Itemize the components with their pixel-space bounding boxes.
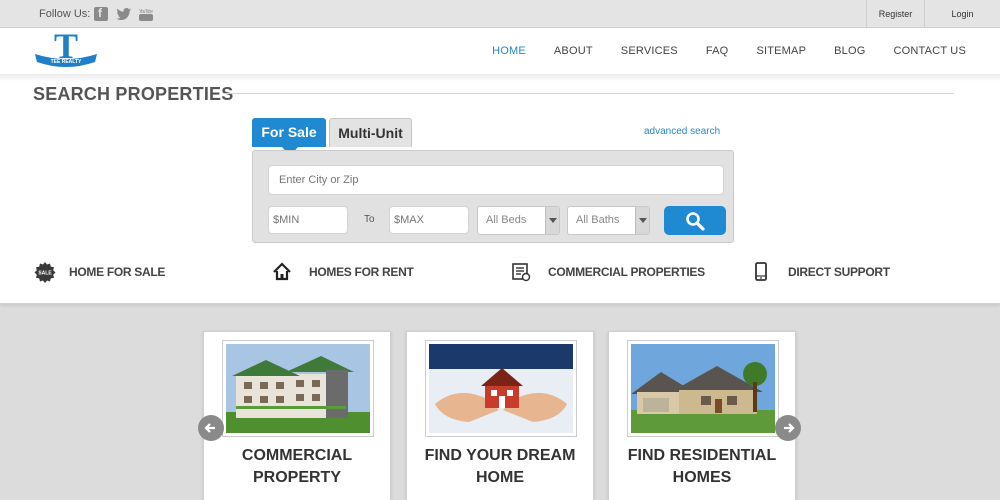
card-title-line: HOMES [672,469,732,486]
tab-for-sale[interactable]: For Sale [252,118,326,156]
login-link[interactable]: Login [924,0,1000,28]
nav-faq[interactable]: FAQ [706,45,729,57]
card-find-dream-home[interactable]: FIND YOUR DREAM HOME [406,331,594,500]
arrow-left-icon [204,423,215,433]
card-title: FIND RESIDENTIAL HOMES [609,445,795,489]
tab-multi-unit[interactable]: Multi-Unit [329,118,412,147]
search-form: To All Beds All Baths [252,150,734,243]
logo-banner-text: TEE REALTY [51,59,82,65]
advanced-search-link[interactable]: advanced search [644,126,720,137]
min-price-input[interactable] [268,206,348,234]
nav-sitemap[interactable]: SITEMAP [756,45,806,57]
top-bar: Follow Us: You Tube Register Login [0,0,1000,28]
register-link[interactable]: Register [866,0,924,28]
card-title-line: COMMERCIAL [241,447,353,464]
to-label: To [364,214,375,225]
search-properties-title: SEARCH PROPERTIES [33,84,234,104]
property-carousel: COMMERCIAL PROPERTY FIND YOUR DREAM HOME [0,304,1000,500]
baths-select[interactable]: All Baths [567,206,650,235]
follow-us-label: Follow Us: [39,8,91,20]
city-zip-input[interactable] [268,165,724,195]
house-icon [271,261,293,283]
feature-direct-support[interactable]: DIRECT SUPPORT [750,260,890,284]
nav-contact-us[interactable]: CONTACT US [894,45,967,57]
mobile-phone-icon [750,261,772,283]
nav-home[interactable]: HOME [492,45,526,57]
beds-select[interactable]: All Beds [477,206,560,235]
main-nav: HOME ABOUT SERVICES FAQ SITEMAP BLOG CON… [464,28,966,74]
carousel-next-button[interactable] [775,415,801,441]
feature-commercial-properties[interactable]: COMMERCIAL PROPERTIES [510,260,705,284]
chevron-down-icon [545,207,559,234]
arrow-right-icon [784,423,795,433]
card-title: FIND YOUR DREAM HOME [407,445,593,489]
card-commercial-property[interactable]: COMMERCIAL PROPERTY [203,331,391,500]
site-header: T TEE REALTY HOME ABOUT SERVICES FAQ SIT… [0,26,1000,74]
nav-about[interactable]: ABOUT [554,45,593,57]
sale-badge-icon: SALE [34,261,56,283]
suburban-house-image [631,344,775,433]
facebook-icon[interactable] [94,6,108,21]
card-title-line: FIND RESIDENTIAL [627,447,777,464]
carousel-prev-button[interactable] [198,415,224,441]
beds-select-value: All Beds [486,214,527,226]
document-icon [510,261,532,283]
tee-realty-logo[interactable]: T TEE REALTY [33,26,99,70]
chevron-down-icon [635,207,649,234]
twitter-icon[interactable] [116,7,131,21]
search-section: SEARCH PROPERTIES For Sale Multi-Unit ad… [0,74,1000,304]
feature-label: COMMERCIAL PROPERTIES [548,265,705,279]
title-divider [224,93,954,94]
feature-label: DIRECT SUPPORT [788,265,890,279]
card-image [222,340,374,437]
magnifier-icon [686,212,705,231]
card-image [627,340,779,437]
feature-home-for-sale[interactable]: SALE HOME FOR SALE [34,260,165,284]
card-title-line: HOME [476,469,524,486]
card-image [425,340,577,437]
card-title-line: FIND YOUR DREAM [424,447,576,464]
feature-homes-for-rent[interactable]: HOMES FOR RENT [271,260,414,284]
apartment-building-image [226,344,370,433]
baths-select-value: All Baths [576,214,620,226]
house-in-hands-image [429,344,573,433]
card-title: COMMERCIAL PROPERTY [204,445,390,489]
card-find-residential-homes[interactable]: FIND RESIDENTIAL HOMES [608,331,796,500]
youtube-icon[interactable]: You Tube [138,7,153,21]
header-shadow [0,74,1000,82]
nav-blog[interactable]: BLOG [834,45,865,57]
nav-services[interactable]: SERVICES [621,45,678,57]
max-price-input[interactable] [389,206,469,234]
sale-badge-text: SALE [38,271,52,277]
feature-label: HOME FOR SALE [69,265,166,279]
feature-label: HOMES FOR RENT [309,265,414,279]
feature-links: SALE HOME FOR SALE HOMES FOR RENT COMMER… [0,260,1000,284]
card-title-line: PROPERTY [252,469,341,486]
search-button[interactable] [664,206,726,235]
